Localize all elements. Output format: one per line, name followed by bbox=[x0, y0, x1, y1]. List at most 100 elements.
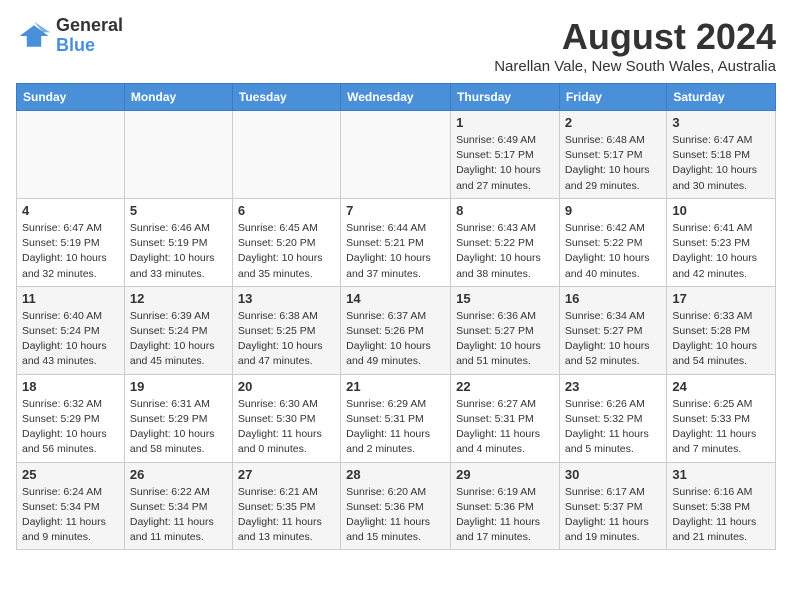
calendar-day-cell: 20 Sunrise: 6:30 AMSunset: 5:30 PMDayligh… bbox=[232, 374, 340, 462]
calendar-week-row: 11 Sunrise: 6:40 AMSunset: 5:24 PMDayligh… bbox=[17, 286, 776, 374]
day-info: Sunrise: 6:36 AMSunset: 5:27 PMDaylight:… bbox=[456, 309, 554, 370]
day-info: Sunrise: 6:42 AMSunset: 5:22 PMDaylight:… bbox=[565, 221, 661, 282]
day-number: 27 bbox=[238, 467, 335, 482]
calendar-day-cell: 19Sunrise: 6:31 AMSunset: 5:29 PMDayligh… bbox=[124, 374, 232, 462]
calendar-day-cell: 31 Sunrise: 6:16 AMSunset: 5:38 PMDayligh… bbox=[667, 462, 776, 550]
day-number: 28 bbox=[346, 467, 445, 482]
main-title: August 2024 bbox=[494, 16, 776, 58]
day-info: Sunrise: 6:45 AMSunset: 5:20 PMDaylight:… bbox=[238, 221, 335, 282]
day-number: 2 bbox=[565, 115, 661, 130]
day-info: Sunrise: 6:38 AMSunset: 5:25 PMDaylight:… bbox=[238, 309, 335, 370]
day-info: Sunrise: 6:40 AMSunset: 5:24 PMDaylight:… bbox=[22, 309, 119, 370]
day-info: Sunrise: 6:25 AMSunset: 5:33 PMDaylight:… bbox=[672, 397, 770, 458]
calendar-day-cell: 1Sunrise: 6:49 AMSunset: 5:17 PMDaylight… bbox=[451, 111, 560, 199]
day-number: 11 bbox=[22, 291, 119, 306]
day-info: Sunrise: 6:33 AMSunset: 5:28 PMDaylight:… bbox=[672, 309, 770, 370]
calendar-day-cell bbox=[232, 111, 340, 199]
sub-title: Narellan Vale, New South Wales, Australi… bbox=[494, 58, 776, 75]
calendar-day-cell: 27 Sunrise: 6:21 AMSunset: 5:35 PMDayligh… bbox=[232, 462, 340, 550]
title-block: August 2024 Narellan Vale, New South Wal… bbox=[494, 16, 776, 75]
calendar-day-header: Wednesday bbox=[341, 84, 451, 111]
day-number: 31 bbox=[672, 467, 770, 482]
calendar-day-cell: 14Sunrise: 6:37 AMSunset: 5:26 PMDayligh… bbox=[341, 286, 451, 374]
day-info: Sunrise: 6:39 AMSunset: 5:24 PMDaylight:… bbox=[130, 309, 227, 370]
day-number: 30 bbox=[565, 467, 661, 482]
calendar-day-header: Tuesday bbox=[232, 84, 340, 111]
calendar-day-cell: 29Sunrise: 6:19 AMSunset: 5:36 PMDayligh… bbox=[451, 462, 560, 550]
day-number: 17 bbox=[672, 291, 770, 306]
calendar-week-row: 25Sunrise: 6:24 AMSunset: 5:34 PMDayligh… bbox=[17, 462, 776, 550]
day-info: Sunrise: 6:47 AMSunset: 5:19 PMDaylight:… bbox=[22, 221, 119, 282]
day-info: Sunrise: 6:29 AMSunset: 5:31 PMDaylight:… bbox=[346, 397, 445, 458]
day-info: Sunrise: 6:37 AMSunset: 5:26 PMDaylight:… bbox=[346, 309, 445, 370]
day-number: 3 bbox=[672, 115, 770, 130]
calendar-day-cell: 2Sunrise: 6:48 AMSunset: 5:17 PMDaylight… bbox=[559, 111, 666, 199]
day-number: 4 bbox=[22, 203, 119, 218]
day-info: Sunrise: 6:32 AMSunset: 5:29 PMDaylight:… bbox=[22, 397, 119, 458]
calendar-week-row: 1Sunrise: 6:49 AMSunset: 5:17 PMDaylight… bbox=[17, 111, 776, 199]
calendar-table: SundayMondayTuesdayWednesdayThursdayFrid… bbox=[16, 83, 776, 550]
logo-text: General Blue bbox=[56, 16, 123, 56]
calendar-day-cell: 5Sunrise: 6:46 AMSunset: 5:19 PMDaylight… bbox=[124, 198, 232, 286]
calendar-day-cell: 12 Sunrise: 6:39 AMSunset: 5:24 PMDayligh… bbox=[124, 286, 232, 374]
day-number: 9 bbox=[565, 203, 661, 218]
calendar-day-cell: 21 Sunrise: 6:29 AMSunset: 5:31 PMDayligh… bbox=[341, 374, 451, 462]
day-number: 6 bbox=[238, 203, 335, 218]
calendar-day-cell: 9 Sunrise: 6:42 AMSunset: 5:22 PMDaylight… bbox=[559, 198, 666, 286]
calendar-day-header: Monday bbox=[124, 84, 232, 111]
day-number: 22 bbox=[456, 379, 554, 394]
day-info: Sunrise: 6:47 AMSunset: 5:18 PMDaylight:… bbox=[672, 133, 770, 194]
day-info: Sunrise: 6:46 AMSunset: 5:19 PMDaylight:… bbox=[130, 221, 227, 282]
calendar-header-row: SundayMondayTuesdayWednesdayThursdayFrid… bbox=[17, 84, 776, 111]
calendar-day-cell: 22 Sunrise: 6:27 AMSunset: 5:31 PMDayligh… bbox=[451, 374, 560, 462]
calendar-week-row: 4 Sunrise: 6:47 AMSunset: 5:19 PMDaylight… bbox=[17, 198, 776, 286]
day-info: Sunrise: 6:19 AMSunset: 5:36 PMDaylight:… bbox=[456, 485, 554, 546]
day-number: 7 bbox=[346, 203, 445, 218]
calendar-day-cell: 7 Sunrise: 6:44 AMSunset: 5:21 PMDaylight… bbox=[341, 198, 451, 286]
calendar-day-cell: 13 Sunrise: 6:38 AMSunset: 5:25 PMDayligh… bbox=[232, 286, 340, 374]
logo-icon bbox=[16, 18, 52, 54]
calendar-day-cell: 10Sunrise: 6:41 AMSunset: 5:23 PMDayligh… bbox=[667, 198, 776, 286]
calendar-day-cell: 25Sunrise: 6:24 AMSunset: 5:34 PMDayligh… bbox=[17, 462, 125, 550]
calendar-day-cell: 18Sunrise: 6:32 AMSunset: 5:29 PMDayligh… bbox=[17, 374, 125, 462]
day-number: 8 bbox=[456, 203, 554, 218]
page-header: General Blue August 2024 Narellan Vale, … bbox=[16, 16, 776, 75]
day-number: 15 bbox=[456, 291, 554, 306]
day-info: Sunrise: 6:16 AMSunset: 5:38 PMDaylight:… bbox=[672, 485, 770, 546]
day-number: 16 bbox=[565, 291, 661, 306]
day-number: 19 bbox=[130, 379, 227, 394]
day-info: Sunrise: 6:27 AMSunset: 5:31 PMDaylight:… bbox=[456, 397, 554, 458]
day-info: Sunrise: 6:44 AMSunset: 5:21 PMDaylight:… bbox=[346, 221, 445, 282]
calendar-day-cell: 26 Sunrise: 6:22 AMSunset: 5:34 PMDayligh… bbox=[124, 462, 232, 550]
calendar-day-cell: 11 Sunrise: 6:40 AMSunset: 5:24 PMDayligh… bbox=[17, 286, 125, 374]
calendar-day-cell: 8 Sunrise: 6:43 AMSunset: 5:22 PMDaylight… bbox=[451, 198, 560, 286]
calendar-day-cell: 28 Sunrise: 6:20 AMSunset: 5:36 PMDayligh… bbox=[341, 462, 451, 550]
day-info: Sunrise: 6:43 AMSunset: 5:22 PMDaylight:… bbox=[456, 221, 554, 282]
day-info: Sunrise: 6:22 AMSunset: 5:34 PMDaylight:… bbox=[130, 485, 227, 546]
day-info: Sunrise: 6:21 AMSunset: 5:35 PMDaylight:… bbox=[238, 485, 335, 546]
calendar-day-cell: 3 Sunrise: 6:47 AMSunset: 5:18 PMDaylight… bbox=[667, 111, 776, 199]
calendar-week-row: 18Sunrise: 6:32 AMSunset: 5:29 PMDayligh… bbox=[17, 374, 776, 462]
day-info: Sunrise: 6:30 AMSunset: 5:30 PMDaylight:… bbox=[238, 397, 335, 458]
calendar-day-cell: 24Sunrise: 6:25 AMSunset: 5:33 PMDayligh… bbox=[667, 374, 776, 462]
day-number: 13 bbox=[238, 291, 335, 306]
day-number: 20 bbox=[238, 379, 335, 394]
logo: General Blue bbox=[16, 16, 123, 56]
day-number: 10 bbox=[672, 203, 770, 218]
calendar-day-cell bbox=[124, 111, 232, 199]
calendar-day-cell bbox=[341, 111, 451, 199]
calendar-day-cell: 30 Sunrise: 6:17 AMSunset: 5:37 PMDayligh… bbox=[559, 462, 666, 550]
calendar-day-header: Friday bbox=[559, 84, 666, 111]
day-number: 21 bbox=[346, 379, 445, 394]
day-number: 12 bbox=[130, 291, 227, 306]
calendar-day-header: Saturday bbox=[667, 84, 776, 111]
day-info: Sunrise: 6:26 AMSunset: 5:32 PMDaylight:… bbox=[565, 397, 661, 458]
day-number: 23 bbox=[565, 379, 661, 394]
calendar-day-cell: 15 Sunrise: 6:36 AMSunset: 5:27 PMDayligh… bbox=[451, 286, 560, 374]
calendar-day-header: Thursday bbox=[451, 84, 560, 111]
day-info: Sunrise: 6:17 AMSunset: 5:37 PMDaylight:… bbox=[565, 485, 661, 546]
day-info: Sunrise: 6:20 AMSunset: 5:36 PMDaylight:… bbox=[346, 485, 445, 546]
calendar-day-cell: 16Sunrise: 6:34 AMSunset: 5:27 PMDayligh… bbox=[559, 286, 666, 374]
day-number: 26 bbox=[130, 467, 227, 482]
day-info: Sunrise: 6:24 AMSunset: 5:34 PMDaylight:… bbox=[22, 485, 119, 546]
